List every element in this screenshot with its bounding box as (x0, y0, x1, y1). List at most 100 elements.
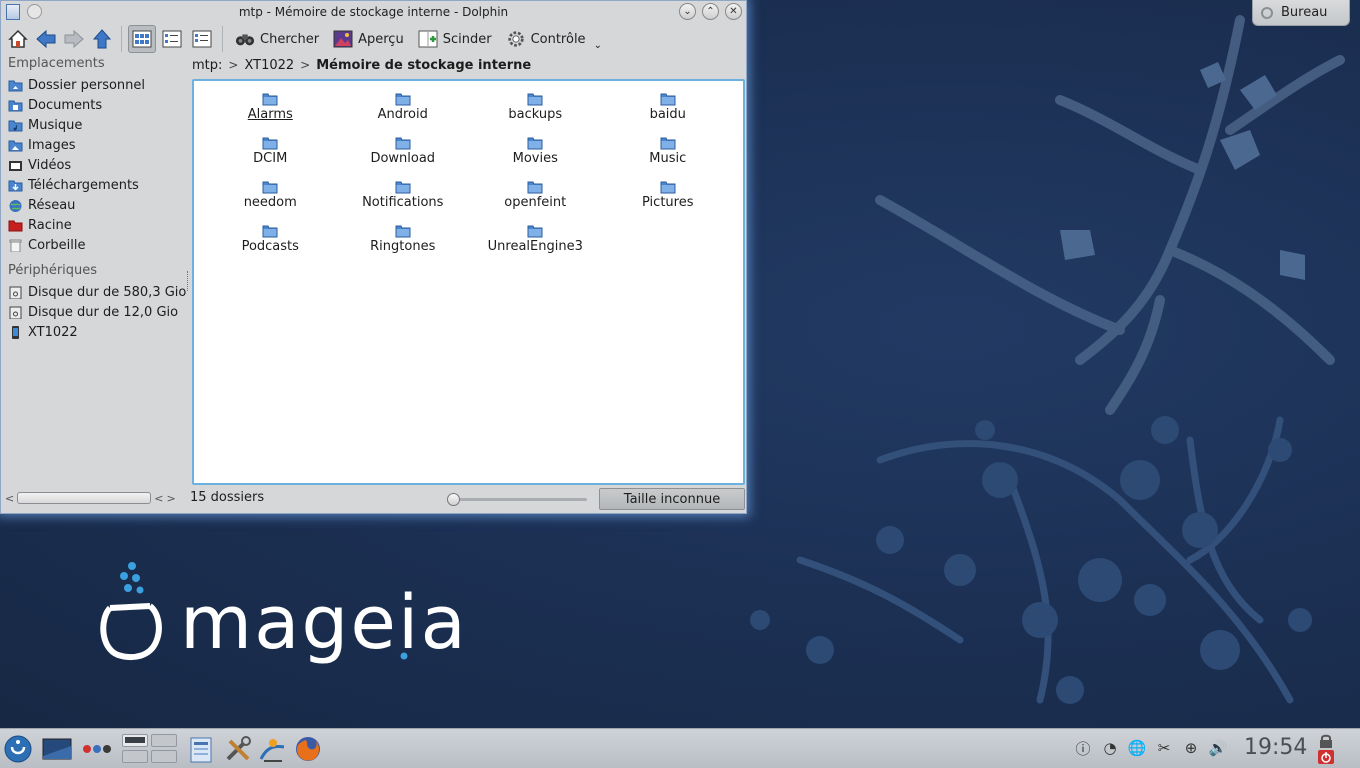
folder-item[interactable]: Android (337, 91, 470, 135)
folder-count: 15 dossiers (190, 490, 265, 505)
arrow-left-icon (36, 29, 56, 49)
toolbar-overflow-chevron-icon[interactable]: ⌄ (594, 40, 602, 51)
places-item[interactable]: Vidéos (3, 155, 186, 175)
maximize-button[interactable]: ⌃ (702, 3, 719, 20)
zoom-slider[interactable] (447, 493, 587, 506)
places-panel: Emplacements Dossier personnel Documents M… (3, 55, 186, 487)
folder-name: Download (370, 151, 436, 166)
details-view-button[interactable] (188, 25, 216, 53)
device-item[interactable]: Disque dur de 580,3 Gio (3, 282, 186, 302)
gear-icon (507, 31, 524, 47)
compact-view-icon (162, 30, 182, 48)
folder-item[interactable]: Music (602, 135, 735, 179)
device-item[interactable]: XT1022 (3, 322, 186, 342)
breadcrumb-device[interactable]: XT1022 (244, 58, 294, 73)
folder-item[interactable]: backups (469, 91, 602, 135)
icons-view-button[interactable] (128, 25, 156, 53)
minimize-button[interactable]: ⌄ (679, 3, 696, 20)
places-item[interactable]: Racine (3, 215, 186, 235)
folder-item[interactable]: openfeint (469, 179, 602, 223)
desktop-3[interactable] (122, 750, 148, 763)
hard-disk-icon (9, 306, 22, 319)
file-view[interactable]: Alarms Android backups baidu DCIM Download Mov… (192, 79, 745, 485)
clipboard-scissors-icon[interactable]: ✂ (1153, 737, 1175, 759)
volume-icon[interactable]: 🔊 (1207, 737, 1229, 759)
show-desktop-button[interactable] (42, 733, 72, 765)
places-item[interactable]: Téléchargements (3, 175, 186, 195)
folder-item[interactable]: Podcasts (204, 223, 337, 267)
breadcrumb-current[interactable]: Mémoire de stockage interne (316, 58, 531, 73)
split-button[interactable]: Scinder (412, 25, 498, 53)
places-item[interactable]: Réseau (3, 195, 186, 215)
preview-image-icon (333, 30, 353, 48)
device-item[interactable]: Disque dur de 12,0 Gio (3, 302, 186, 322)
forward-button[interactable] (61, 26, 87, 52)
title-bar[interactable]: mtp - Mémoire de stockage interne - Dolp… (1, 1, 746, 23)
folder-item[interactable]: Movies (469, 135, 602, 179)
close-button[interactable]: ✕ (725, 3, 742, 20)
firefox-launcher[interactable] (294, 733, 322, 765)
places-item[interactable]: Dossier personnel (3, 75, 186, 95)
folder-item[interactable]: Notifications (337, 179, 470, 223)
folder-item[interactable]: baidu (602, 91, 735, 135)
control-menu-button[interactable]: Contrôle (500, 25, 592, 53)
zoom-slider-handle[interactable] (447, 493, 460, 506)
breadcrumb-root[interactable]: mtp: (192, 58, 222, 73)
desktop-2[interactable] (151, 734, 177, 747)
launcher-icon (4, 735, 32, 763)
window-menu-button[interactable] (27, 4, 42, 19)
device-item-label: Disque dur de 580,3 Gio (28, 284, 186, 300)
power-icon[interactable] (1318, 750, 1334, 764)
folder-name: openfeint (504, 195, 567, 210)
desktop-4[interactable] (151, 750, 177, 763)
folder-icon (395, 93, 411, 106)
binoculars-icon (235, 34, 255, 46)
free-space-indicator[interactable]: Taille inconnue (599, 488, 745, 510)
control-center-launcher[interactable] (258, 733, 288, 765)
notifications-info-icon[interactable]: ⓘ (1072, 737, 1094, 759)
breadcrumb-separator-icon[interactable]: > (228, 58, 238, 72)
folder-name: Android (377, 107, 428, 122)
compact-view-button[interactable] (158, 25, 186, 53)
system-settings-launcher[interactable] (224, 733, 252, 765)
folder-icon (527, 93, 543, 106)
activities-button[interactable] (82, 733, 114, 765)
network-globe-icon[interactable]: 🌐 (1126, 737, 1148, 759)
desktop-1[interactable] (122, 734, 148, 747)
places-item[interactable]: Musique (3, 115, 186, 135)
dolphin-app-icon[interactable] (6, 4, 20, 20)
virtual-desktop-pager[interactable] (122, 734, 178, 764)
folder-name: Podcasts (241, 239, 299, 254)
hard-disk-icon (9, 286, 22, 299)
places-item[interactable]: Corbeille (3, 235, 186, 255)
search-button[interactable]: Chercher (229, 25, 325, 53)
panel-splitter[interactable] (187, 271, 190, 291)
digital-clock[interactable]: 19:54 (1244, 735, 1307, 760)
places-item[interactable]: Documents (3, 95, 186, 115)
preview-button[interactable]: Aperçu (327, 25, 410, 53)
network-connection-icon[interactable]: ⊕ (1180, 737, 1202, 759)
lock-screen-icon[interactable] (1318, 734, 1334, 748)
application-launcher-button[interactable] (4, 733, 32, 765)
folder-item[interactable]: Alarms (204, 91, 337, 135)
folder-icon (395, 181, 411, 194)
folder-item[interactable]: Download (337, 135, 470, 179)
back-button[interactable] (33, 26, 59, 52)
file-manager-icon (190, 737, 212, 763)
places-item[interactable]: Images (3, 135, 186, 155)
folder-icon (262, 93, 278, 106)
home-button[interactable] (5, 26, 31, 52)
folder-item[interactable]: UnrealEngine3 (469, 223, 602, 267)
folder-item[interactable]: Ringtones (337, 223, 470, 267)
taskbar-dolphin-window[interactable] (188, 733, 214, 765)
disk-monitor-icon[interactable]: ◔ (1099, 737, 1121, 759)
up-button[interactable] (89, 26, 115, 52)
folder-item[interactable]: needom (204, 179, 337, 223)
zoom-slider-track[interactable] (453, 498, 587, 501)
folder-item[interactable]: DCIM (204, 135, 337, 179)
breadcrumb-separator-icon[interactable]: > (300, 58, 310, 72)
desktop-toolbox-button[interactable]: Bureau (1252, 0, 1350, 26)
device-item-label: Disque dur de 12,0 Gio (28, 304, 179, 320)
folder-name: Music (649, 151, 687, 166)
folder-item[interactable]: Pictures (602, 179, 735, 223)
